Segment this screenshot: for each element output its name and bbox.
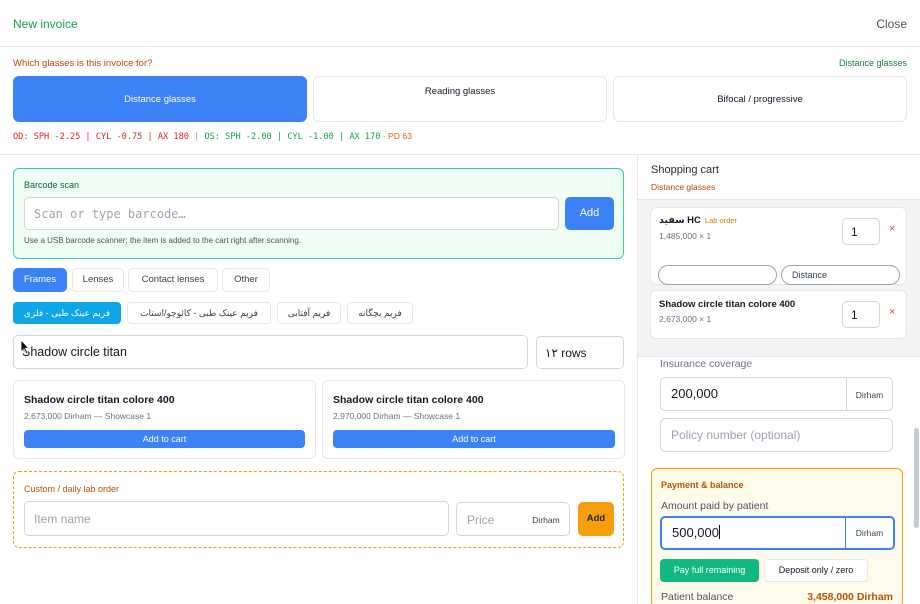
tab-contact-lenses[interactable]: Contact lenses	[128, 268, 218, 292]
glasses-option-label: Bifocal / progressive	[717, 94, 803, 105]
barcode-help: Use a USB barcode scanner; the item is a…	[24, 236, 302, 245]
cart-item: سفید HC Lab order 1,485,000 × 1 1 × Dista…	[650, 207, 907, 285]
lab-order-title: Custom / daily lab order	[24, 484, 120, 494]
amount-paid-input[interactable]: 500,000	[660, 516, 847, 550]
payment-panel: Payment & balance Amount paid by patient…	[651, 468, 903, 604]
subcategory-sun-frames[interactable]: فریم آفتابی	[277, 302, 341, 324]
barcode-add-button[interactable]: Add	[565, 197, 614, 230]
payment-title: Payment & balance	[661, 480, 744, 490]
quantity-input[interactable]: 1	[842, 301, 880, 328]
remove-item-icon[interactable]: ×	[889, 306, 895, 318]
insurance-amount-input[interactable]: 200,000	[660, 377, 847, 411]
insurance-label: Insurance coverage	[660, 358, 753, 370]
rx-os: OS: SPH -2.00 | CYL -1.00 | AX 170	[204, 132, 381, 142]
remove-item-icon[interactable]: ×	[889, 223, 895, 235]
lab-price-input[interactable]: Price	[456, 502, 524, 536]
amount-paid-label: Amount paid by patient	[661, 500, 769, 512]
patient-balance-label: Patient balance	[661, 591, 734, 603]
deposit-only-button[interactable]: Deposit only / zero	[764, 559, 868, 582]
text-caret	[719, 525, 720, 539]
lab-price-unit: Dirham	[523, 502, 570, 536]
dialog-title: New invoice	[13, 17, 78, 31]
add-to-cart-button[interactable]: Add to cart	[24, 430, 305, 448]
amount-paid-unit: Dirham	[846, 516, 895, 550]
lens-side-select-left[interactable]	[658, 265, 777, 285]
add-to-cart-button[interactable]: Add to cart	[333, 430, 615, 448]
rows-selector[interactable]: ۱۲ rows	[536, 336, 624, 369]
insurance-unit: Dirham	[846, 377, 893, 411]
product-card: Shadow circle titan colore 400 2,673,000…	[13, 380, 316, 459]
product-name: Shadow circle titan colore 400	[333, 394, 484, 406]
product-meta: 2,970,000 Dirham — Showcase 1	[333, 411, 461, 421]
close-button[interactable]: Close	[876, 17, 907, 31]
mouse-pointer-icon	[20, 339, 30, 355]
scrollbar[interactable]	[914, 428, 919, 528]
barcode-panel: Barcode scan Scan or type barcode… Add U…	[13, 168, 624, 259]
tab-lenses[interactable]: Lenses	[72, 268, 124, 292]
amount-paid-value: 500,000	[672, 525, 719, 540]
barcode-input[interactable]: Scan or type barcode…	[24, 197, 559, 230]
lab-add-button[interactable]: Add	[578, 502, 614, 536]
product-search-input[interactable]: Shadow circle titan	[13, 335, 528, 369]
glasses-option-distance[interactable]: Distance glasses	[13, 76, 307, 122]
lab-item-name-input[interactable]: Item name	[24, 501, 449, 536]
glasses-option-reading[interactable]: Reading glasses	[313, 76, 607, 122]
lab-order-panel: Custom / daily lab order Item name Price…	[13, 471, 624, 548]
product-meta: 2,673,000 Dirham — Showcase 1	[24, 411, 152, 421]
cart-item-name-row: سفید HC Lab order	[659, 215, 737, 226]
quantity-input[interactable]: 1	[842, 218, 880, 245]
glasses-option-label: Reading glasses	[424, 86, 496, 97]
selected-glasses-label: Distance glasses	[838, 58, 907, 68]
rx-pd: · PD 63	[380, 131, 412, 141]
rx-separator: |	[188, 132, 205, 142]
patient-balance-value: 3,458,000 Dirham	[807, 591, 893, 603]
tab-frames[interactable]: Frames	[13, 268, 67, 292]
subcategory-kids-frames[interactable]: فریم بچگانه	[347, 302, 413, 324]
cart-item-meta: 1,485,000 × 1	[659, 231, 712, 241]
cart-item-name: سفید HC	[659, 215, 701, 226]
product-card: Shadow circle titan colore 400 2,970,000…	[322, 380, 625, 459]
barcode-title: Barcode scan	[24, 180, 80, 190]
product-name: Shadow circle titan colore 400	[24, 394, 175, 406]
rx-od: OD: SPH -2.25 | CYL -0.75 | AX 180	[13, 132, 189, 142]
pay-full-remaining-button[interactable]: Pay full remaining	[660, 559, 759, 582]
cart-item: Shadow circle titan colore 400 2,673,000…	[650, 290, 907, 339]
glasses-option-bifocal[interactable]: Bifocal / progressive	[613, 76, 907, 122]
lab-order-tag: Lab order	[704, 216, 738, 225]
glasses-option-label: Distance glasses	[124, 94, 196, 105]
cart-title: Shopping cart	[651, 164, 719, 176]
glasses-question: Which glasses is this invoice for?	[13, 58, 153, 69]
dialog-header: New invoice Close	[0, 0, 920, 47]
lens-type-select[interactable]: Distance	[781, 265, 900, 285]
divider	[0, 154, 920, 155]
cart-item-meta: 2,673,000 × 1	[659, 314, 712, 324]
policy-number-input[interactable]: Policy number (optional)	[660, 418, 893, 452]
subcategory-metal-frames[interactable]: فریم عینک طبی - فلزی	[13, 302, 121, 324]
subcategory-acetate-frames[interactable]: فریم عینک طبی - کائوچو/استات	[127, 302, 271, 324]
tab-other[interactable]: Other	[222, 268, 270, 292]
cart-subtitle: Distance glasses	[651, 182, 716, 192]
invoice-dialog: New invoice Close Which glasses is this …	[0, 0, 920, 604]
prescription-summary: OD: SPH -2.25 | CYL -0.75 | AX 180 | OS:…	[13, 131, 412, 142]
cart-item-name: Shadow circle titan colore 400	[659, 299, 796, 310]
